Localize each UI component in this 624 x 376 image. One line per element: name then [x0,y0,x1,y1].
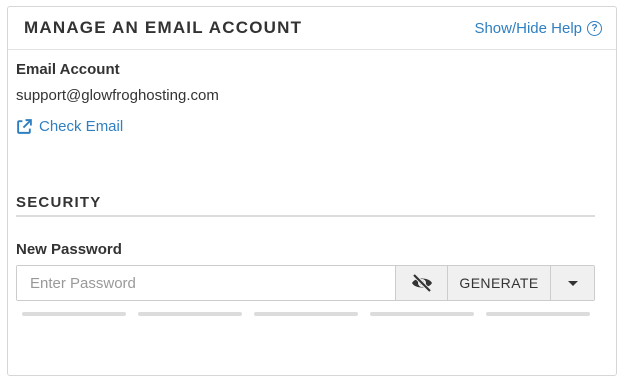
strength-segment [22,312,126,316]
panel-header: MANAGE AN EMAIL ACCOUNT Show/Hide Help ? [8,7,616,50]
password-strength-meter [22,312,590,316]
eye-slash-icon [411,273,432,293]
page-title: MANAGE AN EMAIL ACCOUNT [24,18,303,37]
strength-segment [370,312,474,316]
external-link-icon [17,119,32,134]
question-circle-icon: ? [587,21,602,36]
show-hide-help-label: Show/Hide Help [474,20,582,37]
security-section-title: SECURITY [16,194,102,211]
generate-password-button[interactable]: GENERATE [447,266,550,300]
email-account-value: support@glowfroghosting.com [16,87,219,104]
strength-segment [486,312,590,316]
password-input[interactable] [17,266,395,300]
caret-down-icon [567,280,578,286]
strength-segment [254,312,358,316]
check-email-link[interactable]: Check Email [16,118,123,135]
password-input-group: GENERATE [16,265,595,301]
section-divider [16,215,595,217]
show-hide-help-link[interactable]: Show/Hide Help ? [474,20,602,37]
email-account-label: Email Account [16,61,120,78]
generate-options-dropdown[interactable] [550,266,594,300]
check-email-label: Check Email [39,118,124,135]
new-password-label: New Password [16,241,122,258]
strength-segment [138,312,242,316]
toggle-password-visibility-button[interactable] [395,266,447,300]
